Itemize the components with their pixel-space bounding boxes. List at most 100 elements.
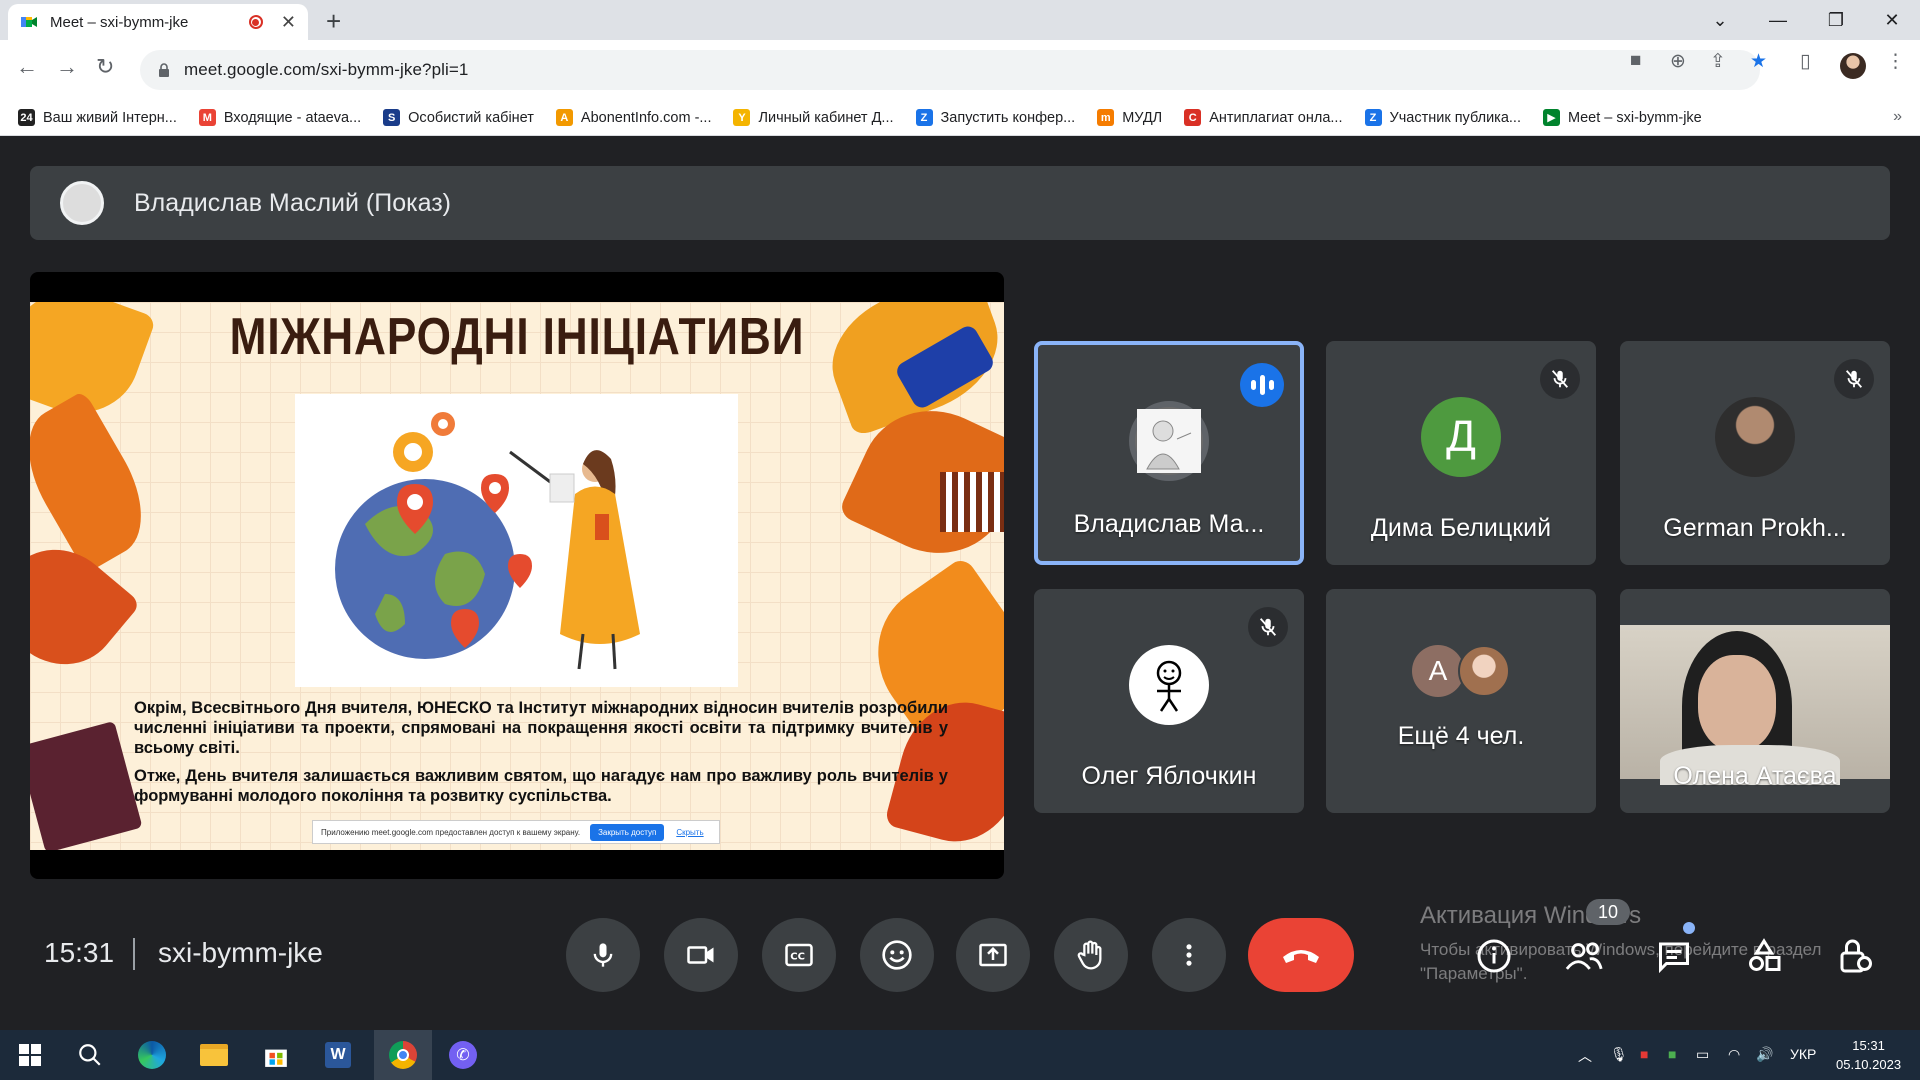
participant-tile[interactable]: Владислав Ма... bbox=[1034, 341, 1304, 565]
bookmark-item[interactable]: M Входящие - ataeva... bbox=[198, 109, 361, 126]
speaking-indicator-icon bbox=[1240, 363, 1284, 407]
address-bar[interactable]: meet.google.com/sxi-bymm-jke?pli=1 bbox=[140, 50, 1760, 90]
bookmark-favicon-icon: Z bbox=[915, 109, 933, 126]
minimize-button[interactable]: — bbox=[1748, 0, 1808, 40]
file-explorer-icon[interactable] bbox=[198, 1039, 230, 1071]
participant-count-badge: 10 bbox=[1586, 899, 1630, 925]
bookmark-label: AbonentInfo.com -... bbox=[580, 109, 712, 126]
hide-notice-link[interactable]: Скрыть bbox=[676, 828, 703, 837]
svg-text:CC: CC bbox=[790, 951, 805, 962]
participant-name: Олег Яблочкин bbox=[1081, 762, 1257, 790]
host-controls-button[interactable] bbox=[1832, 934, 1876, 978]
chrome-icon[interactable] bbox=[387, 1039, 419, 1071]
stop-sharing-button[interactable]: Закрыть доступ bbox=[590, 823, 665, 841]
navigation-bar: ← → ↻ meet.google.com/sxi-bymm-jke?pli=1… bbox=[0, 40, 1920, 100]
avatar bbox=[1715, 397, 1795, 477]
chat-button[interactable] bbox=[1652, 934, 1696, 978]
viber-icon[interactable]: ✆ bbox=[447, 1039, 479, 1071]
new-tab-button[interactable]: + bbox=[326, 6, 341, 37]
more-participants-label: Ещё 4 чел. bbox=[1397, 722, 1525, 750]
store-icon[interactable] bbox=[260, 1039, 292, 1071]
bookmark-label: Ваш живий Інтерн... bbox=[43, 109, 177, 126]
forward-button[interactable]: → bbox=[56, 54, 78, 80]
side-panel-icon[interactable]: ▯ bbox=[1800, 50, 1810, 73]
edge-icon[interactable] bbox=[136, 1039, 168, 1071]
mic-off-icon bbox=[1248, 607, 1288, 647]
restore-button[interactable]: ❐ bbox=[1806, 0, 1866, 40]
presenter-banner: Владислав Маслий (Показ) bbox=[30, 166, 1890, 240]
bookmark-favicon-icon: S bbox=[383, 109, 401, 126]
app-tray-icon-2[interactable]: ■ bbox=[1668, 1046, 1676, 1062]
slide-paragraph-1: Окрім, Всесвітнього Дня вчителя, ЮНЕСКО … bbox=[134, 699, 948, 757]
chat-notification-dot bbox=[1683, 922, 1695, 934]
avatar bbox=[1458, 645, 1510, 697]
raise-hand-button[interactable] bbox=[1054, 918, 1128, 992]
slide-paragraph-2: Отже, День вчителя залишається важливим … bbox=[134, 767, 948, 805]
slide-title: МІЖНАРОДНІ ІНІЦІАТИВИ bbox=[229, 308, 805, 366]
people-button[interactable] bbox=[1562, 934, 1606, 978]
browser-menu-icon[interactable]: ⋮ bbox=[1886, 50, 1905, 73]
more-options-button[interactable] bbox=[1152, 918, 1226, 992]
participant-tile[interactable]: Олег Яблочкин bbox=[1034, 589, 1304, 813]
wifi-icon[interactable]: ◠ bbox=[1728, 1046, 1740, 1063]
bookmark-item[interactable]: Z Запустить конфер... bbox=[915, 109, 1075, 126]
bookmark-item[interactable]: ▶ Meet – sxi-bymm-jke bbox=[1543, 109, 1702, 126]
input-language[interactable]: УКР bbox=[1790, 1046, 1816, 1062]
search-icon[interactable] bbox=[74, 1039, 106, 1071]
close-tab-icon[interactable]: ✕ bbox=[281, 12, 296, 33]
meet-favicon-icon bbox=[21, 17, 37, 27]
meeting-code: sxi-bymm-jke bbox=[158, 937, 323, 968]
taskbar-time: 15:31 bbox=[1852, 1038, 1885, 1053]
hang-up-icon bbox=[1283, 950, 1319, 963]
avatar bbox=[1129, 401, 1209, 481]
more-participants-tile[interactable]: A Ещё 4 чел. bbox=[1326, 589, 1596, 813]
camera-button[interactable] bbox=[664, 918, 738, 992]
back-button[interactable]: ← bbox=[16, 54, 38, 80]
zoom-icon[interactable]: ⊕ bbox=[1670, 50, 1686, 73]
microphone-tray-icon: 🎙 bbox=[1610, 1046, 1628, 1062]
screen-share-view[interactable]: МІЖНАРОДНІ ІНІЦІАТИВИ Окрім, Всесвітньог… bbox=[30, 272, 1004, 879]
bookmark-star-icon[interactable]: ★ bbox=[1750, 50, 1767, 73]
participant-tile[interactable]: German Prokh... bbox=[1620, 341, 1890, 565]
presenter-avatar bbox=[60, 181, 104, 225]
bookmark-item[interactable]: Y Личный кабинет Д... bbox=[733, 109, 894, 126]
bookmark-item[interactable]: A AbonentInfo.com -... bbox=[555, 109, 712, 126]
tab-search-chevron-icon[interactable]: ⌄ bbox=[1690, 0, 1750, 40]
bookmark-favicon-icon: m bbox=[1097, 109, 1115, 126]
bookmark-label: Личный кабинет Д... bbox=[758, 109, 894, 126]
bookmark-label: Участник публика... bbox=[1389, 109, 1522, 126]
reload-button[interactable]: ↻ bbox=[96, 54, 114, 80]
profile-avatar[interactable] bbox=[1840, 53, 1866, 79]
bookmark-label: МУДЛ bbox=[1122, 109, 1163, 126]
microphone-button[interactable] bbox=[566, 918, 640, 992]
app-tray-icon[interactable]: ■ bbox=[1640, 1046, 1648, 1062]
participant-tile[interactable]: Д Дима Белицкий bbox=[1326, 341, 1596, 565]
meeting-details-button[interactable] bbox=[1472, 934, 1516, 978]
present-screen-button[interactable] bbox=[956, 918, 1030, 992]
activities-button[interactable] bbox=[1742, 934, 1786, 978]
windows-start-icon[interactable] bbox=[14, 1039, 46, 1071]
taskbar-clock[interactable]: 15:31 05.10.2023 bbox=[1836, 1036, 1901, 1074]
bookmark-item[interactable]: 24 Ваш живий Інтерн... bbox=[18, 109, 177, 126]
camera-in-use-icon[interactable]: ■ bbox=[1630, 50, 1641, 72]
mic-off-icon bbox=[1540, 359, 1580, 399]
meet-stage: Владислав Маслий (Показ) МІЖНАРОДНІ ІНІЦ… bbox=[0, 137, 1920, 1030]
bookmark-item[interactable]: S Особистий кабінет bbox=[383, 109, 534, 126]
info-icon bbox=[1477, 939, 1511, 973]
bookmark-item[interactable]: C Антиплагиат онла... bbox=[1184, 109, 1343, 126]
more-bookmarks-button[interactable]: » bbox=[1893, 108, 1902, 126]
reactions-button[interactable] bbox=[860, 918, 934, 992]
browser-tab[interactable]: Meet – sxi-bymm-jke ✕ bbox=[8, 4, 308, 40]
word-icon[interactable]: W bbox=[322, 1039, 354, 1071]
window-close-button[interactable]: ✕ bbox=[1862, 0, 1920, 40]
tray-chevron-icon[interactable]: ︿ bbox=[1578, 1046, 1592, 1066]
volume-icon[interactable]: 🔊 bbox=[1756, 1046, 1773, 1063]
divider bbox=[133, 938, 135, 970]
captions-button[interactable]: CC bbox=[762, 918, 836, 992]
bookmark-favicon-icon: M bbox=[198, 109, 216, 126]
share-icon[interactable]: ⇪ bbox=[1710, 50, 1726, 73]
participant-tile[interactable]: Олена Атаєва bbox=[1620, 589, 1890, 813]
bookmark-item[interactable]: m МУДЛ bbox=[1097, 109, 1162, 126]
bookmark-item[interactable]: Z Участник публика... bbox=[1364, 109, 1522, 126]
leave-call-button[interactable] bbox=[1248, 918, 1354, 992]
